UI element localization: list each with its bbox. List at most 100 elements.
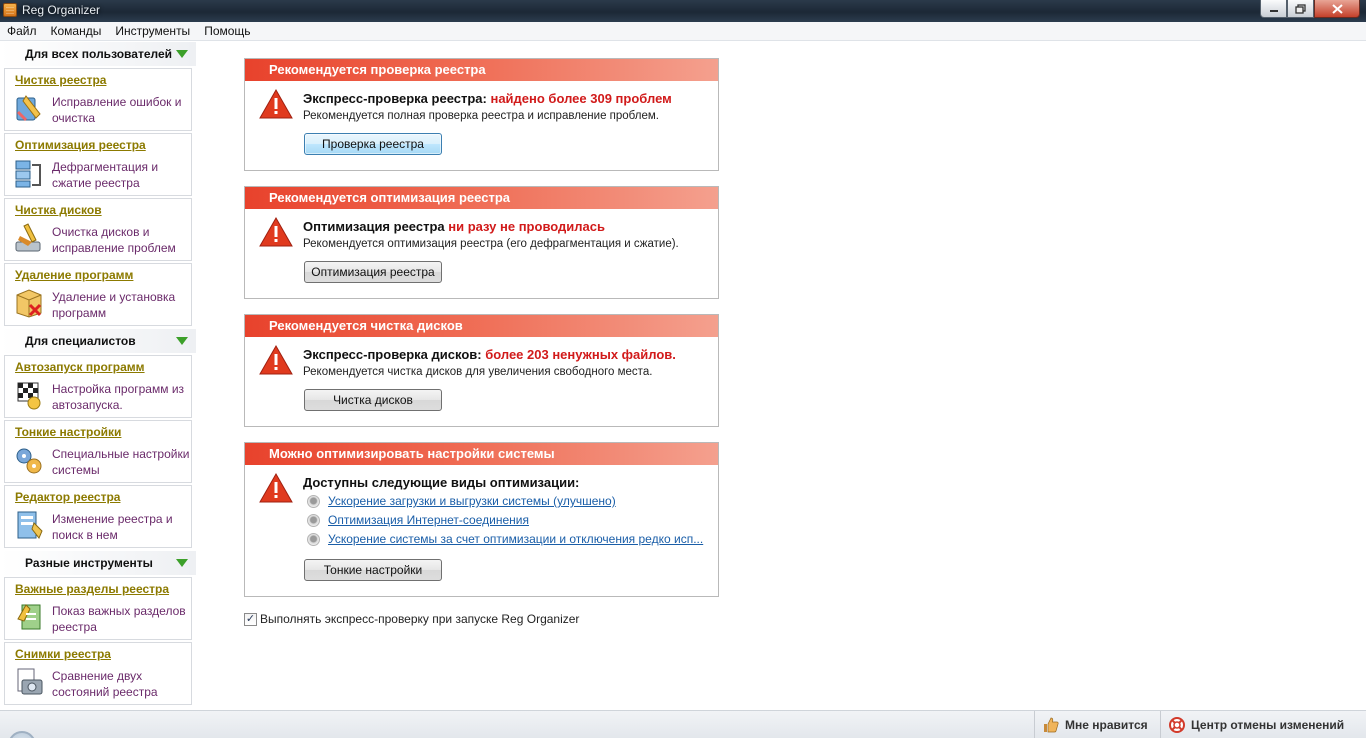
undo-center-label: Центр отмены изменений <box>1191 718 1345 732</box>
menu-tools[interactable]: Инструменты <box>108 22 197 40</box>
sidebar-section-misc-tools[interactable]: Разные инструменты <box>0 551 196 575</box>
warning-icon <box>259 473 293 503</box>
registry-optimize-icon <box>15 160 41 188</box>
card-headline: Доступны следующие виды оптимизации: <box>303 475 579 490</box>
card-subtext: Рекомендуется чистка дисков для увеличен… <box>303 366 653 378</box>
undo-center-button[interactable]: Центр отмены изменений <box>1160 711 1360 738</box>
tool-tweaks: Тонкие настройки Специальные настройки с… <box>4 420 192 483</box>
express-check-label[interactable]: Выполнять экспресс-проверку при запуске … <box>260 612 579 626</box>
card-headline: Экспресс-проверка дисков: более 203 нену… <box>303 347 676 362</box>
section-title: Для всех пользователей <box>25 47 173 61</box>
card-header: Можно оптимизировать настройки системы <box>245 443 718 465</box>
collapse-triangle-icon[interactable] <box>176 50 188 58</box>
option-link[interactable]: Оптимизация Интернет-соединения <box>328 513 529 527</box>
globe-icon <box>8 731 36 738</box>
tool-link[interactable]: Удаление программ <box>15 268 133 282</box>
tool-description: Настройка программ из автозапуска. <box>52 382 185 412</box>
snapshot-icon <box>17 668 43 695</box>
title-bar: Reg Organizer <box>0 0 1366 22</box>
important-keys-icon <box>17 604 41 630</box>
close-button[interactable] <box>1314 0 1360 18</box>
option-bullet-icon <box>307 514 320 527</box>
uninstall-icon <box>16 289 42 318</box>
menu-file[interactable]: Файл <box>0 22 44 40</box>
tool-description: Дефрагментация и сжатие реестра <box>52 160 159 190</box>
warning-icon <box>259 345 293 375</box>
tool-description: Удаление и установка программ <box>52 290 176 320</box>
card-headline: Экспресс-проверка реестра: найдено более… <box>303 91 672 106</box>
option-bullet-icon <box>307 495 320 508</box>
headline-text: Оптимизация реестра <box>303 219 449 234</box>
app-icon <box>3 3 17 17</box>
card-header: Рекомендуется проверка реестра <box>245 59 718 81</box>
card-subtext: Рекомендуется полная проверка реестра и … <box>303 110 659 122</box>
tool-description: Специальные настройки системы <box>52 447 190 477</box>
menu-help[interactable]: Помощь <box>197 22 257 40</box>
autostart-icon <box>17 382 41 410</box>
tool-registry-optimize: Оптимизация реестра Дефрагментация и сжа… <box>4 133 192 196</box>
headline-text: Экспресс-проверка дисков: <box>303 347 486 362</box>
card-system-tweaks: Можно оптимизировать настройки системы Д… <box>244 442 719 597</box>
minimize-button[interactable] <box>1260 0 1287 18</box>
restore-icon <box>1295 3 1306 14</box>
registry-optimize-button[interactable]: Оптимизация реестра <box>304 261 442 283</box>
headline-text: Доступны следующие виды оптимизации: <box>303 475 580 490</box>
close-icon <box>1331 3 1343 14</box>
tool-link[interactable]: Оптимизация реестра <box>15 138 146 152</box>
tool-registry-editor: Редактор реестра Изменение реестра и пои… <box>4 485 192 548</box>
headline-alert: найдено более 309 проблем <box>490 91 672 106</box>
tool-link[interactable]: Автозапуск программ <box>15 360 145 374</box>
sidebar-section-specialists[interactable]: Для специалистов <box>0 329 196 353</box>
status-bar: Мне нравится Центр отмены изменений <box>0 710 1366 738</box>
minimize-icon <box>1269 9 1278 12</box>
section-title: Для специалистов <box>25 334 136 348</box>
card-header: Рекомендуется чистка дисков <box>245 315 718 337</box>
collapse-triangle-icon[interactable] <box>176 559 188 567</box>
maximize-button[interactable] <box>1287 0 1314 18</box>
tool-link[interactable]: Чистка реестра <box>15 73 106 87</box>
card-registry-check: Рекомендуется проверка реестра Экспресс-… <box>244 58 719 171</box>
tool-autostart: Автозапуск программ Настройка программ и… <box>4 355 192 418</box>
headline-alert: ни разу не проводилась <box>448 219 605 234</box>
menu-commands[interactable]: Команды <box>44 22 109 40</box>
tool-description: Изменение реестра и поиск в нем <box>52 512 173 542</box>
tool-registry-cleanup: Чистка реестра Исправление ошибок и очис… <box>4 68 192 131</box>
warning-icon <box>259 89 293 119</box>
tool-registry-snapshots: Снимки реестра Сравнение двух состояний … <box>4 642 192 705</box>
registry-editor-icon <box>17 511 43 539</box>
section-title: Разные инструменты <box>25 556 153 570</box>
disk-cleanup-icon <box>15 223 41 252</box>
tool-disk-cleanup: Чистка дисков Очистка дисков и исправлен… <box>4 198 192 261</box>
tool-link[interactable]: Снимки реестра <box>15 647 111 661</box>
headline-alert: более 203 ненужных файлов. <box>485 347 676 362</box>
sidebar-section-all-users[interactable]: Для всех пользователей <box>0 42 196 66</box>
express-check-checkbox[interactable]: ✓ <box>244 613 257 626</box>
system-tweaks-button[interactable]: Тонкие настройки <box>304 559 442 581</box>
window-title: Reg Organizer <box>22 3 101 17</box>
card-header: Рекомендуется оптимизация реестра <box>245 187 718 209</box>
disk-cleanup-button[interactable]: Чистка дисков <box>304 389 442 411</box>
headline-text: Экспресс-проверка реестра: <box>303 91 491 106</box>
thumbs-up-icon <box>1044 717 1059 733</box>
tool-description: Сравнение двух состояний реестра <box>52 669 158 699</box>
tool-uninstall: Удаление программ Удаление и установка п… <box>4 263 192 326</box>
window-controls <box>1260 0 1360 18</box>
tool-link[interactable]: Чистка дисков <box>15 203 102 217</box>
tool-description: Показ важных разделов реестра <box>52 604 186 634</box>
tool-description: Очистка дисков и исправление проблем <box>52 225 176 255</box>
like-button[interactable]: Мне нравится <box>1034 711 1158 738</box>
collapse-triangle-icon[interactable] <box>176 337 188 345</box>
tweaks-icon <box>16 448 42 474</box>
tool-description: Исправление ошибок и очистка <box>52 95 182 125</box>
sidebar: Для всех пользователей Чистка реестра Ис… <box>0 42 196 710</box>
tool-link[interactable]: Важные разделы реестра <box>15 582 169 596</box>
lifebuoy-icon <box>1169 717 1185 733</box>
option-link[interactable]: Ускорение системы за счет оптимизации и … <box>328 532 703 546</box>
tool-important-keys: Важные разделы реестра Показ важных разд… <box>4 577 192 640</box>
option-link[interactable]: Ускорение загрузки и выгрузки системы (у… <box>328 494 616 508</box>
card-headline: Оптимизация реестра ни разу не проводила… <box>303 219 605 234</box>
tool-link[interactable]: Тонкие настройки <box>15 425 121 439</box>
registry-check-button[interactable]: Проверка реестра <box>304 133 442 155</box>
registry-cleanup-icon <box>16 95 41 122</box>
tool-link[interactable]: Редактор реестра <box>15 490 120 504</box>
